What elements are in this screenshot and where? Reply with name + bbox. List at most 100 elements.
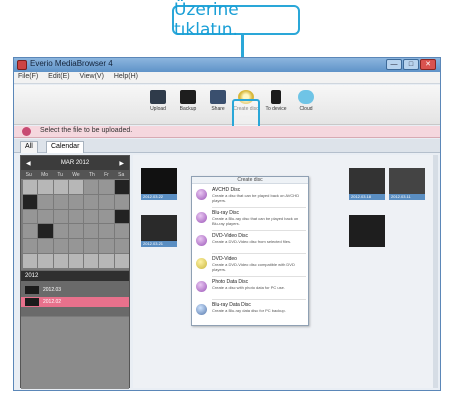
menu-item-desc: Create a disc that can be played back on… (212, 193, 300, 203)
close-button[interactable]: ✕ (420, 59, 436, 70)
calendar-day[interactable] (84, 209, 99, 224)
calendar-day[interactable] (68, 254, 84, 268)
menu-item-dvd-video[interactable]: DVD-Video Create a DVD-Video disc compat… (192, 255, 308, 273)
calendar-day[interactable] (99, 224, 114, 239)
calendar-day[interactable] (68, 180, 84, 194)
calendar-day[interactable] (84, 254, 99, 268)
calendar-header: ◀ MAR 2012 ▶ (21, 156, 129, 170)
upload-button[interactable]: Upload (144, 88, 172, 120)
menu-item-dvd-video-disc[interactable]: DVD-Video Disc Create a DVD-Video disc f… (192, 232, 308, 250)
menu-item-bluray[interactable]: Blu-ray Disc Create a Blu-ray disc that … (192, 209, 308, 227)
disc-icon (196, 304, 207, 315)
photo-thumbnail[interactable]: 2012.03.11 (389, 168, 425, 200)
calendar-day[interactable] (68, 194, 84, 209)
menu-item-photo-data[interactable]: Photo Data Disc Create a disc with photo… (192, 278, 308, 296)
calendar-day[interactable] (114, 194, 129, 209)
calendar-day[interactable] (53, 194, 68, 209)
app-window: Everio MediaBrowser 4 — □ ✕ File(F) Edit… (13, 57, 441, 391)
info-bar: Select the file to be uploaded. (14, 126, 440, 138)
menu-item-bluray-data[interactable]: Blu-ray Data Disc Create a Blu-ray data … (192, 301, 308, 319)
calendar-day[interactable] (38, 180, 53, 194)
list-empty-area (21, 317, 129, 389)
share-button[interactable]: Share (204, 88, 232, 120)
calendar-day[interactable] (114, 209, 129, 224)
calendar-day[interactable] (38, 194, 53, 209)
calendar-day[interactable] (53, 209, 68, 224)
calendar-day[interactable] (53, 180, 68, 194)
calendar-pane: ◀ MAR 2012 ▶ Su Mo Tu We Th Fr Sa 2012 2… (20, 155, 130, 389)
disc-icon (196, 212, 207, 223)
disc-icon (196, 235, 207, 246)
calendar-day[interactable] (23, 254, 38, 268)
calendar-day[interactable] (53, 254, 68, 268)
create-disc-menu: Create disc AVCHD Disc Create a disc tha… (191, 176, 309, 326)
list-item-selected[interactable]: 2012.02 (21, 297, 129, 307)
info-text: Select the file to be uploaded. (40, 127, 133, 134)
calendar-day[interactable] (23, 209, 38, 224)
calendar-day[interactable] (68, 239, 84, 254)
calendar-day[interactable] (84, 194, 99, 209)
phone-icon (271, 90, 281, 104)
calendar-day[interactable] (99, 180, 114, 194)
calendar-day[interactable] (99, 239, 114, 254)
calendar-day[interactable] (38, 224, 53, 239)
calendar-day[interactable] (38, 239, 53, 254)
calendar-day[interactable] (99, 194, 114, 209)
calendar-day[interactable] (68, 209, 84, 224)
title-bar: Everio MediaBrowser 4 — □ ✕ (14, 58, 440, 72)
disc-icon (196, 189, 207, 200)
weekday: Su (25, 171, 32, 178)
tab-calendar[interactable]: Calendar (46, 141, 85, 153)
maximize-button[interactable]: □ (403, 59, 419, 70)
photo-thumbnail[interactable]: 2012.03.18 (349, 168, 385, 200)
list-item-label: 2012.03 (43, 287, 62, 293)
tab-all[interactable]: All (20, 141, 38, 153)
calendar-day[interactable] (68, 224, 84, 239)
to-device-button[interactable]: To device (262, 88, 290, 120)
calendar-day[interactable] (84, 224, 99, 239)
backup-button[interactable]: Backup (174, 88, 202, 120)
weekday: We (72, 171, 80, 178)
disc-icon (196, 281, 207, 292)
calendar-day[interactable] (114, 224, 129, 239)
calendar-day[interactable] (114, 254, 129, 268)
photo-thumbnail[interactable]: 2012.03.21 (141, 215, 177, 247)
separator (212, 299, 306, 300)
menu-item-avchd[interactable]: AVCHD Disc Create a disc that can be pla… (192, 186, 308, 204)
calendar-day[interactable] (53, 239, 68, 254)
calendar-day[interactable] (114, 180, 129, 194)
calendar-day[interactable] (99, 209, 114, 224)
calendar-day[interactable] (23, 194, 38, 209)
create-disc-highlight (232, 99, 260, 129)
vertical-scrollbar[interactable] (433, 155, 438, 388)
calendar-day[interactable] (23, 239, 38, 254)
cloud-button[interactable]: Cloud (292, 88, 320, 120)
home-icon[interactable] (22, 127, 31, 136)
calendar-day[interactable] (23, 180, 38, 194)
list-item[interactable]: 2012.03 (21, 285, 129, 295)
photo-date: 2012.03.22 (141, 194, 177, 200)
photo-thumbnail[interactable]: 2012.03.22 (141, 168, 177, 200)
calendar-day[interactable] (23, 224, 38, 239)
menu-item-desc: Create a Blu-ray disc that can be played… (212, 216, 299, 226)
calendar-day[interactable] (38, 209, 53, 224)
prev-month-icon[interactable]: ◀ (26, 160, 31, 167)
calendar-day[interactable] (84, 180, 99, 194)
separator (212, 253, 306, 254)
calendar-weekdays: Su Mo Tu We Th Fr Sa (21, 170, 129, 179)
calendar-day[interactable] (84, 239, 99, 254)
calendar-day[interactable] (38, 254, 53, 268)
to-device-label: To device (265, 106, 287, 112)
monitor-icon (180, 90, 196, 104)
menu-view[interactable]: View(V) (76, 72, 108, 81)
menu-file[interactable]: File(F) (14, 72, 42, 81)
calendar-day[interactable] (53, 224, 68, 239)
next-month-icon[interactable]: ▶ (119, 160, 124, 167)
menu-edit[interactable]: Edit(E) (44, 72, 73, 81)
calendar-day[interactable] (114, 239, 129, 254)
calendar-day[interactable] (99, 254, 114, 268)
weekday: Mo (41, 171, 49, 178)
menu-help[interactable]: Help(H) (110, 72, 142, 81)
photo-thumbnail[interactable] (349, 215, 385, 247)
minimize-button[interactable]: — (386, 59, 402, 70)
